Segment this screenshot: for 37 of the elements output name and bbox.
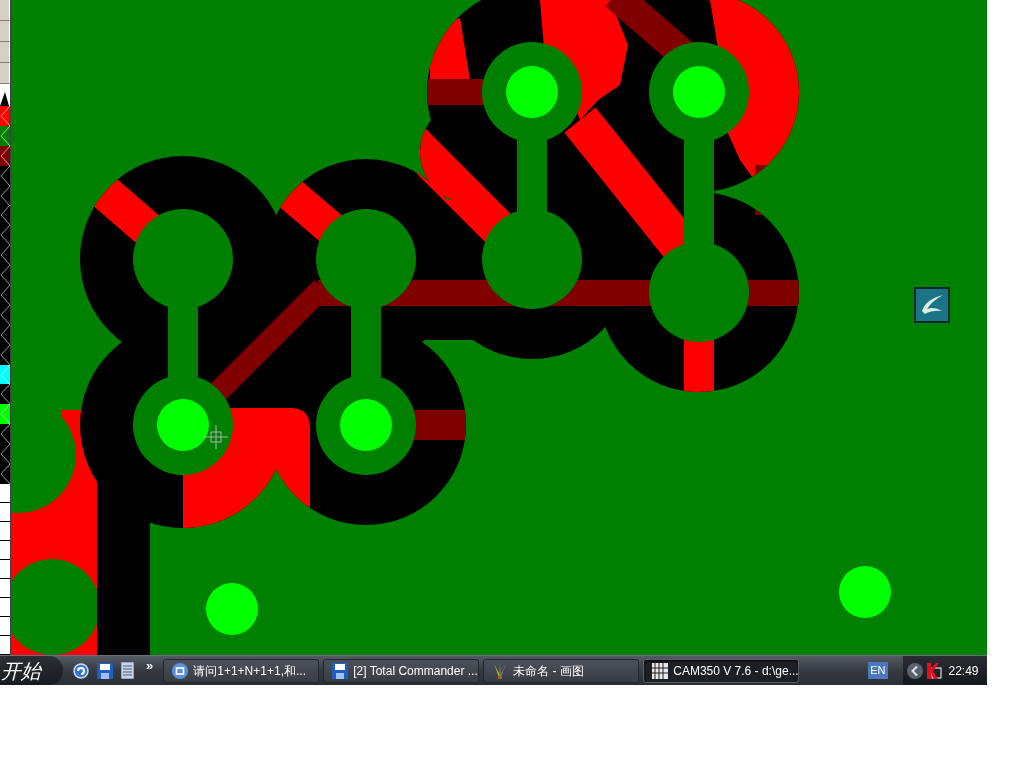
layer-color-swatch[interactable] xyxy=(0,424,10,445)
layer-color-swatch[interactable] xyxy=(0,324,10,345)
layer-color-swatch[interactable] xyxy=(0,444,10,465)
layer-color-swatch[interactable] xyxy=(0,364,10,385)
taskbar-button[interactable]: 未命名 - 画图 xyxy=(483,658,640,683)
layer-color-swatch[interactable] xyxy=(0,225,10,246)
layer-color-swatch[interactable] xyxy=(0,205,10,226)
triangle-icon xyxy=(0,92,9,106)
toolbar-button[interactable] xyxy=(0,0,10,21)
swoosh-icon[interactable] xyxy=(914,287,950,323)
layer-color-swatch[interactable] xyxy=(0,145,10,166)
layer-color-swatch[interactable] xyxy=(0,165,10,186)
toolbar-button[interactable] xyxy=(0,21,10,42)
crosshair-icon xyxy=(204,425,228,449)
taskbar-button[interactable]: CAM350 V 7.6 - d:\ge... xyxy=(643,658,800,683)
toolbar-button[interactable] xyxy=(0,63,10,84)
start-button[interactable]: 开始 xyxy=(0,656,63,685)
layer-color-swatch[interactable] xyxy=(0,304,10,325)
layer-color-swatch[interactable] xyxy=(0,344,10,365)
layer-color-swatch[interactable] xyxy=(0,384,10,405)
taskbar-button[interactable]: [2] Total Commander ... xyxy=(323,658,480,683)
taskbar-button[interactable]: 请问1+1+N+1+1,和... xyxy=(163,658,320,683)
layer-color-swatch[interactable] xyxy=(0,125,10,146)
toolbar-button[interactable] xyxy=(0,42,10,63)
layer-color-swatch[interactable] xyxy=(0,185,10,206)
chevron-left-icon[interactable] xyxy=(906,662,923,679)
tray-app-icon[interactable] xyxy=(925,662,942,679)
language-indicator[interactable]: EN xyxy=(868,662,888,679)
layer-color-swatch[interactable] xyxy=(0,464,10,484)
overflow-button[interactable]: » xyxy=(146,659,154,672)
layer-color-swatch[interactable] xyxy=(0,404,10,425)
clock: 22:49 xyxy=(948,664,979,677)
layer-color-swatch[interactable] xyxy=(0,106,10,126)
grid-icon xyxy=(652,662,669,679)
refresh-icon[interactable] xyxy=(73,662,89,679)
layer-color-swatch[interactable] xyxy=(0,245,10,266)
disc-icon xyxy=(172,662,189,679)
